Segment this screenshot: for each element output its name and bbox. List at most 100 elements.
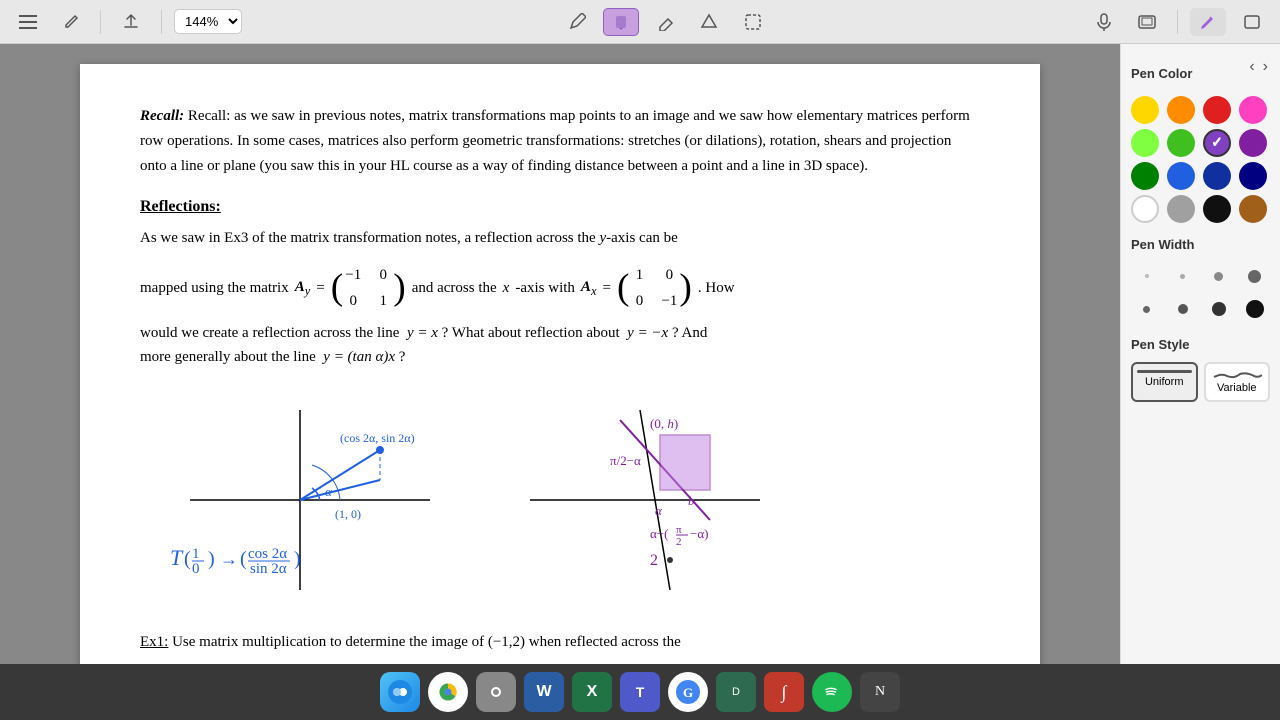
svg-text:(: ( <box>240 548 247 570</box>
y-eq-neg-x: y = −x <box>627 325 668 341</box>
taskbar-browser2[interactable]: G <box>668 672 708 712</box>
taskbar-finder[interactable] <box>380 672 420 712</box>
svg-text:(0, h): (0, h) <box>650 416 678 431</box>
pen-style-section: Pen Style Uniform Variable <box>1131 337 1270 402</box>
share-button[interactable] <box>113 8 149 36</box>
y-eq-x: y = x <box>407 325 438 341</box>
color-dark-green[interactable] <box>1131 162 1159 190</box>
taskbar-spotify[interactable] <box>812 672 852 712</box>
pen-color-title: Pen Color <box>1131 66 1192 81</box>
color-blue[interactable] <box>1167 162 1195 190</box>
matrix-y: ( −1 0 0 1 ) <box>331 263 406 313</box>
svg-text:α−(: α−( <box>650 526 668 541</box>
tablet-button[interactable] <box>1234 8 1270 36</box>
reflections-title: Reflections: <box>140 194 980 220</box>
color-brown[interactable] <box>1239 195 1267 223</box>
eraser-button[interactable] <box>647 8 683 36</box>
taskbar-desmos[interactable]: D <box>716 672 756 712</box>
svg-text:(: ( <box>184 548 191 570</box>
app10-icon: N <box>875 684 885 700</box>
color-light-green[interactable] <box>1131 129 1159 157</box>
width-sm[interactable] <box>1167 262 1198 290</box>
color-red[interactable] <box>1203 96 1231 124</box>
svg-text:sin 2α: sin 2α <box>250 561 287 577</box>
browser2-icon: G <box>674 678 702 706</box>
width-lg[interactable] <box>1239 262 1270 290</box>
zoom-selector[interactable]: 144% 100% 125% 150% <box>174 9 242 34</box>
color-black[interactable] <box>1203 195 1231 223</box>
selection-tool-button[interactable] <box>735 8 771 36</box>
matrix-x-content: 1 0 0 −1 <box>631 263 677 313</box>
document-area[interactable]: Recall: Recall: as we saw in previous no… <box>0 44 1120 664</box>
document-page: Recall: Recall: as we saw in previous no… <box>80 64 1040 664</box>
color-violet[interactable] <box>1239 129 1267 157</box>
A-x-label: Ax <box>581 275 597 301</box>
color-purple-selected[interactable]: ✓ <box>1203 129 1231 157</box>
color-pink[interactable] <box>1239 96 1267 124</box>
color-gray[interactable] <box>1167 195 1195 223</box>
color-orange[interactable] <box>1167 96 1195 124</box>
width-md[interactable] <box>1203 262 1234 290</box>
microphone-button[interactable] <box>1087 8 1121 36</box>
ex1-line: Ex1: Use matrix multiplication to determ… <box>140 630 980 655</box>
width-xl[interactable] <box>1239 295 1270 323</box>
sidebar-toggle-button[interactable] <box>10 10 46 34</box>
annotate-button[interactable] <box>1190 8 1226 36</box>
svg-text:T: T <box>170 545 184 570</box>
left-sketch: α (cos 2α, sin 2α) (1, 0) T ( 1 0 ) <box>140 390 450 610</box>
width-lg2[interactable] <box>1203 295 1234 323</box>
svg-text:(1, 0): (1, 0) <box>335 507 361 521</box>
svg-text:1: 1 <box>192 546 200 562</box>
highlighter-button[interactable] <box>603 8 639 36</box>
main-area: Recall: Recall: as we saw in previous no… <box>0 44 1280 664</box>
color-white[interactable] <box>1131 195 1159 223</box>
taskbar-chrome[interactable] <box>428 672 468 712</box>
edit-toggle-button[interactable] <box>54 9 88 35</box>
taskbar-app8[interactable]: ∫ <box>764 672 804 712</box>
x-axis-ref: x <box>503 276 510 300</box>
question-lines: would we create a reflection across the … <box>140 321 980 371</box>
pen-tool-button[interactable] <box>559 8 595 36</box>
taskbar-app10[interactable]: N <box>860 672 900 712</box>
m-y-22: 1 <box>375 289 391 313</box>
variable-label: Variable <box>1217 382 1257 394</box>
spotify-icon <box>820 680 844 704</box>
matrix-x: ( 1 0 0 −1 ) <box>617 263 692 313</box>
how-text: . How <box>698 276 735 300</box>
chevron-left-button[interactable]: ‹ <box>1247 58 1256 76</box>
taskbar-system-prefs[interactable] <box>476 672 516 712</box>
taskbar-word[interactable]: W <box>524 672 564 712</box>
width-md2[interactable] <box>1167 295 1198 323</box>
chrome-icon <box>433 677 463 707</box>
color-dark-blue[interactable] <box>1203 162 1231 190</box>
reflections-body: As we saw in Ex3 of the matrix transform… <box>140 226 980 251</box>
svg-text:b: b <box>688 493 695 508</box>
width-xs[interactable] <box>1131 262 1162 290</box>
svg-text:): ) <box>294 548 301 570</box>
y-tan: y = (tan α)x <box>323 349 395 365</box>
svg-text:G: G <box>683 685 693 700</box>
color-green[interactable] <box>1167 129 1195 157</box>
taskbar-excel[interactable]: X <box>572 672 612 712</box>
sketches-row: α (cos 2α, sin 2α) (1, 0) T ( 1 0 ) <box>140 390 980 610</box>
width-sm2[interactable] <box>1131 295 1162 323</box>
screen-button[interactable] <box>1129 10 1165 34</box>
m-x-12: 0 <box>661 263 677 287</box>
svg-text:α: α <box>325 484 333 499</box>
color-yellow[interactable] <box>1131 96 1159 124</box>
svg-text:π/2−α: π/2−α <box>610 453 641 468</box>
panel-header: Pen Color ‹ › <box>1131 58 1270 88</box>
recall-body: Recall: as we saw in previous notes, mat… <box>140 108 970 174</box>
chevron-right-button[interactable]: › <box>1261 58 1270 76</box>
shape-tool-button[interactable] <box>691 8 727 36</box>
style-variable[interactable]: Variable <box>1204 362 1271 402</box>
mapped-text: mapped using the matrix <box>140 276 289 300</box>
m-y-12: 0 <box>375 263 391 287</box>
style-uniform[interactable]: Uniform <box>1131 362 1198 402</box>
svg-text:cos 2α: cos 2α <box>248 546 287 562</box>
uniform-line-preview <box>1137 370 1192 373</box>
system-prefs-icon <box>482 678 510 706</box>
color-navy[interactable] <box>1239 162 1267 190</box>
right-panel: Pen Color ‹ › ✓ <box>1120 44 1280 664</box>
taskbar-teams[interactable]: T <box>620 672 660 712</box>
